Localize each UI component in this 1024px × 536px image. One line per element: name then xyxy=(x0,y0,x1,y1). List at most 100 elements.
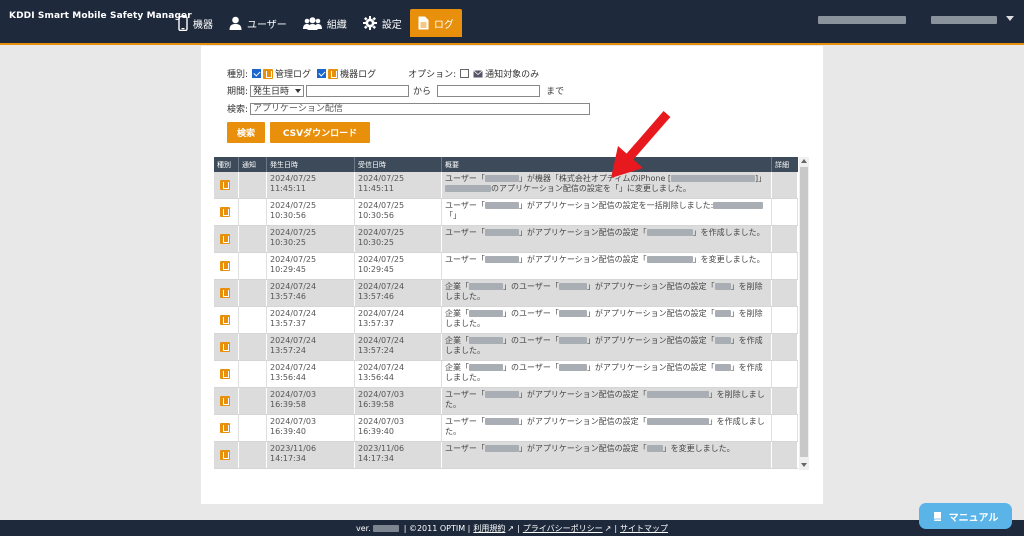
period-from-input[interactable] xyxy=(306,84,410,97)
document-icon xyxy=(418,16,429,30)
received-datetime-line: 2024/07/25 xyxy=(358,174,405,183)
table-row[interactable]: 2024/07/25 10:29:45 2024/07/25 10:29:45 ユーザー… xyxy=(214,253,798,280)
summary-text: のアプリケーション配信の設定を「 xyxy=(491,184,619,193)
detail-cell[interactable] xyxy=(772,253,798,279)
summary-cell: 企業「 」のユーザー「 」がアプリケーション配信の設定「 」を削除しました。 xyxy=(442,280,772,306)
detail-cell[interactable] xyxy=(772,172,798,198)
detail-cell[interactable] xyxy=(772,226,798,252)
col-occurred-header[interactable]: 発生日時 xyxy=(267,157,355,172)
search-button[interactable]: 検索 xyxy=(227,122,265,143)
nav-item-settings[interactable]: 設定 xyxy=(355,9,410,37)
version-number-redacted xyxy=(372,524,399,532)
nav-label-settings: 設定 xyxy=(381,19,402,31)
received-datetime-line: 2023/11/06 xyxy=(358,444,405,453)
table-row[interactable]: 2024/07/25 10:30:56 2024/07/25 10:30:56 ユーザー… xyxy=(214,199,798,226)
admin-log-icon xyxy=(263,68,274,79)
table-row[interactable]: 2024/07/03 16:39:58 2024/07/03 16:39:58 ユーザー… xyxy=(214,388,798,415)
user-icon xyxy=(229,16,242,30)
table-row[interactable]: 2024/07/24 13:57:37 2024/07/24 13:57:37 企業「」… xyxy=(214,307,798,334)
nav-item-organization[interactable]: 組織 xyxy=(295,9,355,37)
occurred-datetime: 2024/07/25 10:30:56 xyxy=(267,199,355,225)
period-label: 期間: xyxy=(227,87,249,97)
received-datetime: 2024/07/24 13:57:24 xyxy=(355,334,442,360)
search-input[interactable]: アプリケーション配信 xyxy=(250,102,591,115)
manual-button[interactable]: マニュアル xyxy=(919,503,1012,529)
col-type-header[interactable]: 種別 xyxy=(214,157,239,172)
received-datetime-line: 16:39:58 xyxy=(358,400,394,409)
table-row[interactable]: 2024/07/25 11:45:11 2024/07/25 11:45:11 ユーザー… xyxy=(214,172,798,199)
log-type-cell xyxy=(214,415,239,441)
nav-item-users[interactable]: ユーザー xyxy=(221,9,295,37)
log-type-cell xyxy=(214,334,239,360)
occurred-datetime-line: 2024/07/25 xyxy=(270,228,317,237)
col-received-header[interactable]: 受信日時 xyxy=(355,157,442,172)
table-row[interactable]: 2024/07/24 13:57:24 2024/07/24 13:57:24 企業「」… xyxy=(214,334,798,361)
detail-cell[interactable] xyxy=(772,334,798,360)
summary-text: 」がアプリケーション配信の設定を一括削除しました: xyxy=(518,201,714,210)
chevron-down-icon[interactable] xyxy=(1006,16,1014,21)
received-datetime: 2024/07/03 16:39:58 xyxy=(355,388,442,414)
col-notify-header[interactable]: 通知 xyxy=(239,157,267,172)
table-row[interactable]: 2024/07/24 13:57:46 2024/07/24 13:57:46 企業「」… xyxy=(214,280,798,307)
notify-cell xyxy=(239,361,267,387)
scroll-down-icon[interactable] xyxy=(801,463,807,467)
period-to-input[interactable] xyxy=(437,84,541,97)
detail-cell[interactable] xyxy=(772,280,798,306)
csv-download-button[interactable]: CSVダウンロード xyxy=(270,122,370,143)
table-row[interactable]: 2023/11/06 14:17:34 2023/11/06 14:17:34 ユーザー… xyxy=(214,442,798,469)
detail-cell[interactable] xyxy=(772,415,798,441)
device-log-checkbox[interactable] xyxy=(317,69,327,78)
summary-text: 」を変更しました。 xyxy=(692,255,765,264)
nav-item-devices[interactable]: 機器 xyxy=(170,9,221,37)
gear-icon xyxy=(362,16,377,30)
detail-cell[interactable] xyxy=(772,307,798,333)
occurred-datetime-line: 2024/07/25 xyxy=(270,255,317,264)
summary-text: 」を作成 xyxy=(730,363,763,372)
redacted-text xyxy=(671,175,756,182)
nav-item-logs[interactable]: ログ xyxy=(409,9,462,37)
summary-text: ユーザー「 xyxy=(445,174,485,183)
log-type-cell xyxy=(214,226,239,252)
summary-text: 企業「 xyxy=(445,363,469,372)
scroll-thumb[interactable] xyxy=(800,167,808,457)
notify-only-checkbox[interactable] xyxy=(460,69,470,78)
admin-log-checkbox[interactable] xyxy=(252,69,262,78)
summary-text: 」を変更しました。 xyxy=(662,444,735,453)
log-type-cell xyxy=(214,280,239,306)
occurred-datetime-line: 13:57:24 xyxy=(270,346,306,355)
redacted-text xyxy=(445,185,491,192)
summary-cell: ユーザー「 」がアプリケーション配信の設定「 」を変更しました。 xyxy=(442,442,772,468)
occurred-datetime-line: 2024/07/24 xyxy=(270,282,317,291)
detail-cell[interactable] xyxy=(772,442,798,468)
log-type-cell xyxy=(214,307,239,333)
admin-log-icon xyxy=(220,369,230,379)
received-datetime-line: 13:57:24 xyxy=(358,346,394,355)
detail-cell[interactable] xyxy=(772,199,798,225)
table-scrollbar[interactable] xyxy=(799,157,809,470)
scroll-up-icon[interactable] xyxy=(801,159,807,163)
occurred-datetime-line: 13:57:37 xyxy=(270,319,306,328)
redacted-text xyxy=(484,418,519,425)
search-label: 検索: xyxy=(227,105,249,115)
user-menu-redacted[interactable] xyxy=(931,16,997,24)
terms-link[interactable]: 利用規約 xyxy=(473,523,505,534)
table-row[interactable]: 2024/07/24 13:56:44 2024/07/24 13:56:44 企業「」… xyxy=(214,361,798,388)
privacy-link[interactable]: プライバシーポリシー xyxy=(523,523,603,534)
summary-text: 企業「 xyxy=(445,336,469,345)
log-table: 種別 通知 発生日時 受信日時 概要 詳細 2024/07/25 11:45:11… xyxy=(214,157,810,470)
sitemap-link[interactable]: サイトマップ xyxy=(620,523,668,534)
log-type-cell xyxy=(214,253,239,279)
detail-cell[interactable] xyxy=(772,388,798,414)
period-type-select[interactable]: 発生日時 xyxy=(250,84,305,97)
occurred-datetime-line: 2024/07/03 xyxy=(270,417,317,426)
col-detail-header[interactable]: 詳細 xyxy=(772,157,798,172)
occurred-datetime-line: 16:39:58 xyxy=(270,400,306,409)
admin-log-icon xyxy=(220,450,230,460)
table-row[interactable]: 2024/07/03 16:39:40 2024/07/03 16:39:40 ユーザー… xyxy=(214,415,798,442)
occurred-datetime: 2024/07/24 13:57:37 xyxy=(267,307,355,333)
summary-text: ユーザー「 xyxy=(445,444,485,453)
received-datetime-line: 10:30:56 xyxy=(358,211,394,220)
detail-cell[interactable] xyxy=(772,361,798,387)
table-row[interactable]: 2024/07/25 10:30:25 2024/07/25 10:30:25 ユーザー… xyxy=(214,226,798,253)
period-select-value: 発生日時 xyxy=(253,87,290,97)
